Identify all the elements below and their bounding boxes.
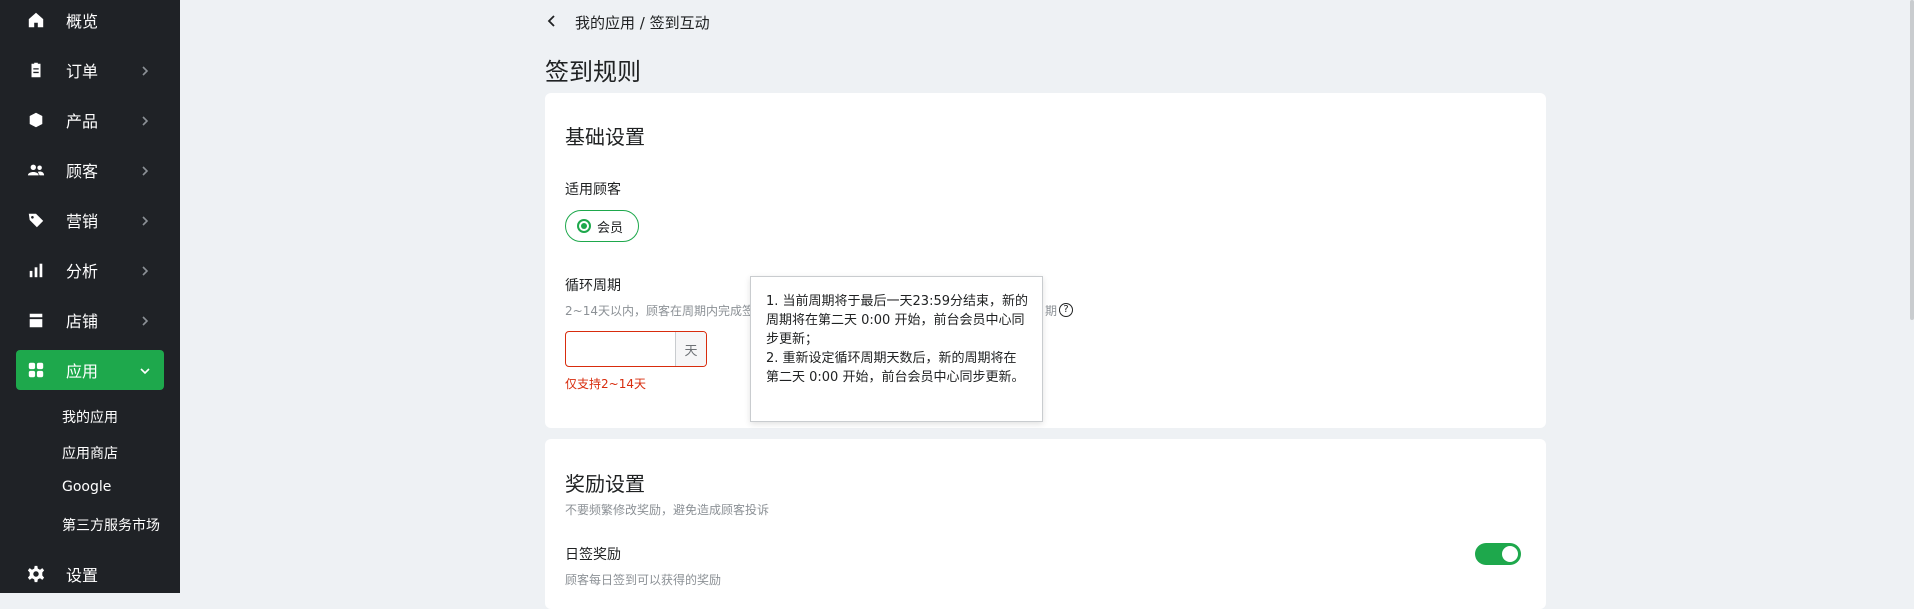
cycle-period-label: 循环周期 xyxy=(565,278,621,294)
chevron-right-icon xyxy=(138,213,152,227)
sidebar-item-label: 分析 xyxy=(66,262,99,281)
sidebar-item-customers[interactable]: 顾客 xyxy=(16,150,164,190)
sidebar-item-orders[interactable]: 订单 xyxy=(16,50,164,90)
sidebar-subitem-my-apps[interactable]: 我的应用 xyxy=(62,407,118,427)
sidebar-item-products[interactable]: 产品 xyxy=(16,100,164,140)
member-radio-label: 会员 xyxy=(597,220,624,236)
page-scrollbar[interactable] xyxy=(1910,0,1914,320)
reward-settings-title: 奖励设置 xyxy=(565,472,645,496)
sidebar-item-label: 订单 xyxy=(66,62,99,81)
tooltip-line-1: 1. 当前周期将于最后一天23:59分结束，新的周期将在第二天 0:00 开始，… xyxy=(766,294,1028,347)
analytics-icon xyxy=(26,260,46,280)
breadcrumb: 我的应用 / 签到互动 xyxy=(545,12,710,32)
sidebar-item-settings[interactable]: 设置 xyxy=(16,554,164,593)
sidebar-item-label: 产品 xyxy=(66,112,99,131)
daily-reward-label: 日签奖励 xyxy=(565,547,621,563)
tag-icon xyxy=(26,210,46,230)
daily-reward-hint: 顾客每日签到可以获得的奖励 xyxy=(565,573,722,587)
sidebar-item-marketing[interactable]: 营销 xyxy=(16,200,164,240)
cycle-period-hint-tail: 期 xyxy=(1045,304,1058,318)
sidebar-item-apps[interactable]: 应用 xyxy=(16,350,164,390)
days-suffix: 天 xyxy=(675,332,706,366)
sidebar: 概览 订单 产品 顾客 营销 分析 店铺 应用 我的应用 应用商店 Google… xyxy=(0,0,180,593)
basic-settings-title: 基础设置 xyxy=(565,125,645,149)
apps-icon xyxy=(26,360,46,380)
sidebar-item-label: 店铺 xyxy=(66,312,99,331)
customers-icon xyxy=(26,160,46,180)
reward-settings-hint: 不要频繁修改奖励，避免造成顾客投诉 xyxy=(565,503,770,517)
page-title: 签到规则 xyxy=(545,58,641,86)
tooltip-line-2: 2. 重新设定循环周期天数后，新的周期将在第二天 0:00 开始，前台会员中心同… xyxy=(766,351,1025,385)
store-icon xyxy=(26,310,46,330)
product-icon xyxy=(26,110,46,130)
sidebar-item-label: 应用 xyxy=(66,362,99,381)
sidebar-subitem-third-party-market[interactable]: 第三方服务市场 xyxy=(62,515,160,535)
sidebar-item-overview[interactable]: 概览 xyxy=(16,0,164,40)
breadcrumb-text[interactable]: 我的应用 / 签到互动 xyxy=(575,12,710,33)
home-icon xyxy=(26,10,46,30)
reward-settings-card: 奖励设置 不要频繁修改奖励，避免造成顾客投诉 日签奖励 顾客每日签到可以获得的奖… xyxy=(545,439,1546,609)
sidebar-subitem-app-store[interactable]: 应用商店 xyxy=(62,443,118,463)
help-question-icon[interactable]: ? xyxy=(1059,303,1073,317)
chevron-left-icon[interactable] xyxy=(545,14,561,30)
chevron-right-icon xyxy=(138,163,152,177)
member-radio-option[interactable]: 会员 xyxy=(565,210,639,242)
cycle-help-tooltip: 1. 当前周期将于最后一天23:59分结束，新的周期将在第二天 0:00 开始，… xyxy=(750,276,1043,422)
chevron-right-icon xyxy=(138,263,152,277)
order-icon xyxy=(26,60,46,80)
chevron-right-icon xyxy=(138,313,152,327)
cycle-days-input[interactable] xyxy=(566,332,675,366)
sidebar-item-label: 营销 xyxy=(66,212,99,231)
sidebar-subitem-google[interactable]: Google xyxy=(62,479,111,495)
cycle-days-error: 仅支持2~14天 xyxy=(565,377,646,391)
cycle-days-input-group: 天 xyxy=(565,331,707,367)
customer-type-label: 适用顾客 xyxy=(565,182,621,198)
chevron-down-icon xyxy=(138,363,152,377)
sidebar-item-analytics[interactable]: 分析 xyxy=(16,250,164,290)
chevron-right-icon xyxy=(138,113,152,127)
gear-icon xyxy=(26,564,46,584)
cycle-period-hint: 2~14天以内，顾客在周期内完成签 xyxy=(565,304,754,318)
sidebar-item-store[interactable]: 店铺 xyxy=(16,300,164,340)
sidebar-item-label: 设置 xyxy=(66,566,99,585)
basic-settings-card: 基础设置 适用顾客 会员 循环周期 2~14天以内，顾客在周期内完成签 期 ? … xyxy=(545,93,1546,428)
radio-selected-icon xyxy=(577,219,591,233)
sidebar-item-label: 顾客 xyxy=(66,162,99,181)
chevron-right-icon xyxy=(138,63,152,77)
daily-reward-toggle[interactable] xyxy=(1475,543,1521,565)
sidebar-item-label: 概览 xyxy=(66,12,99,31)
